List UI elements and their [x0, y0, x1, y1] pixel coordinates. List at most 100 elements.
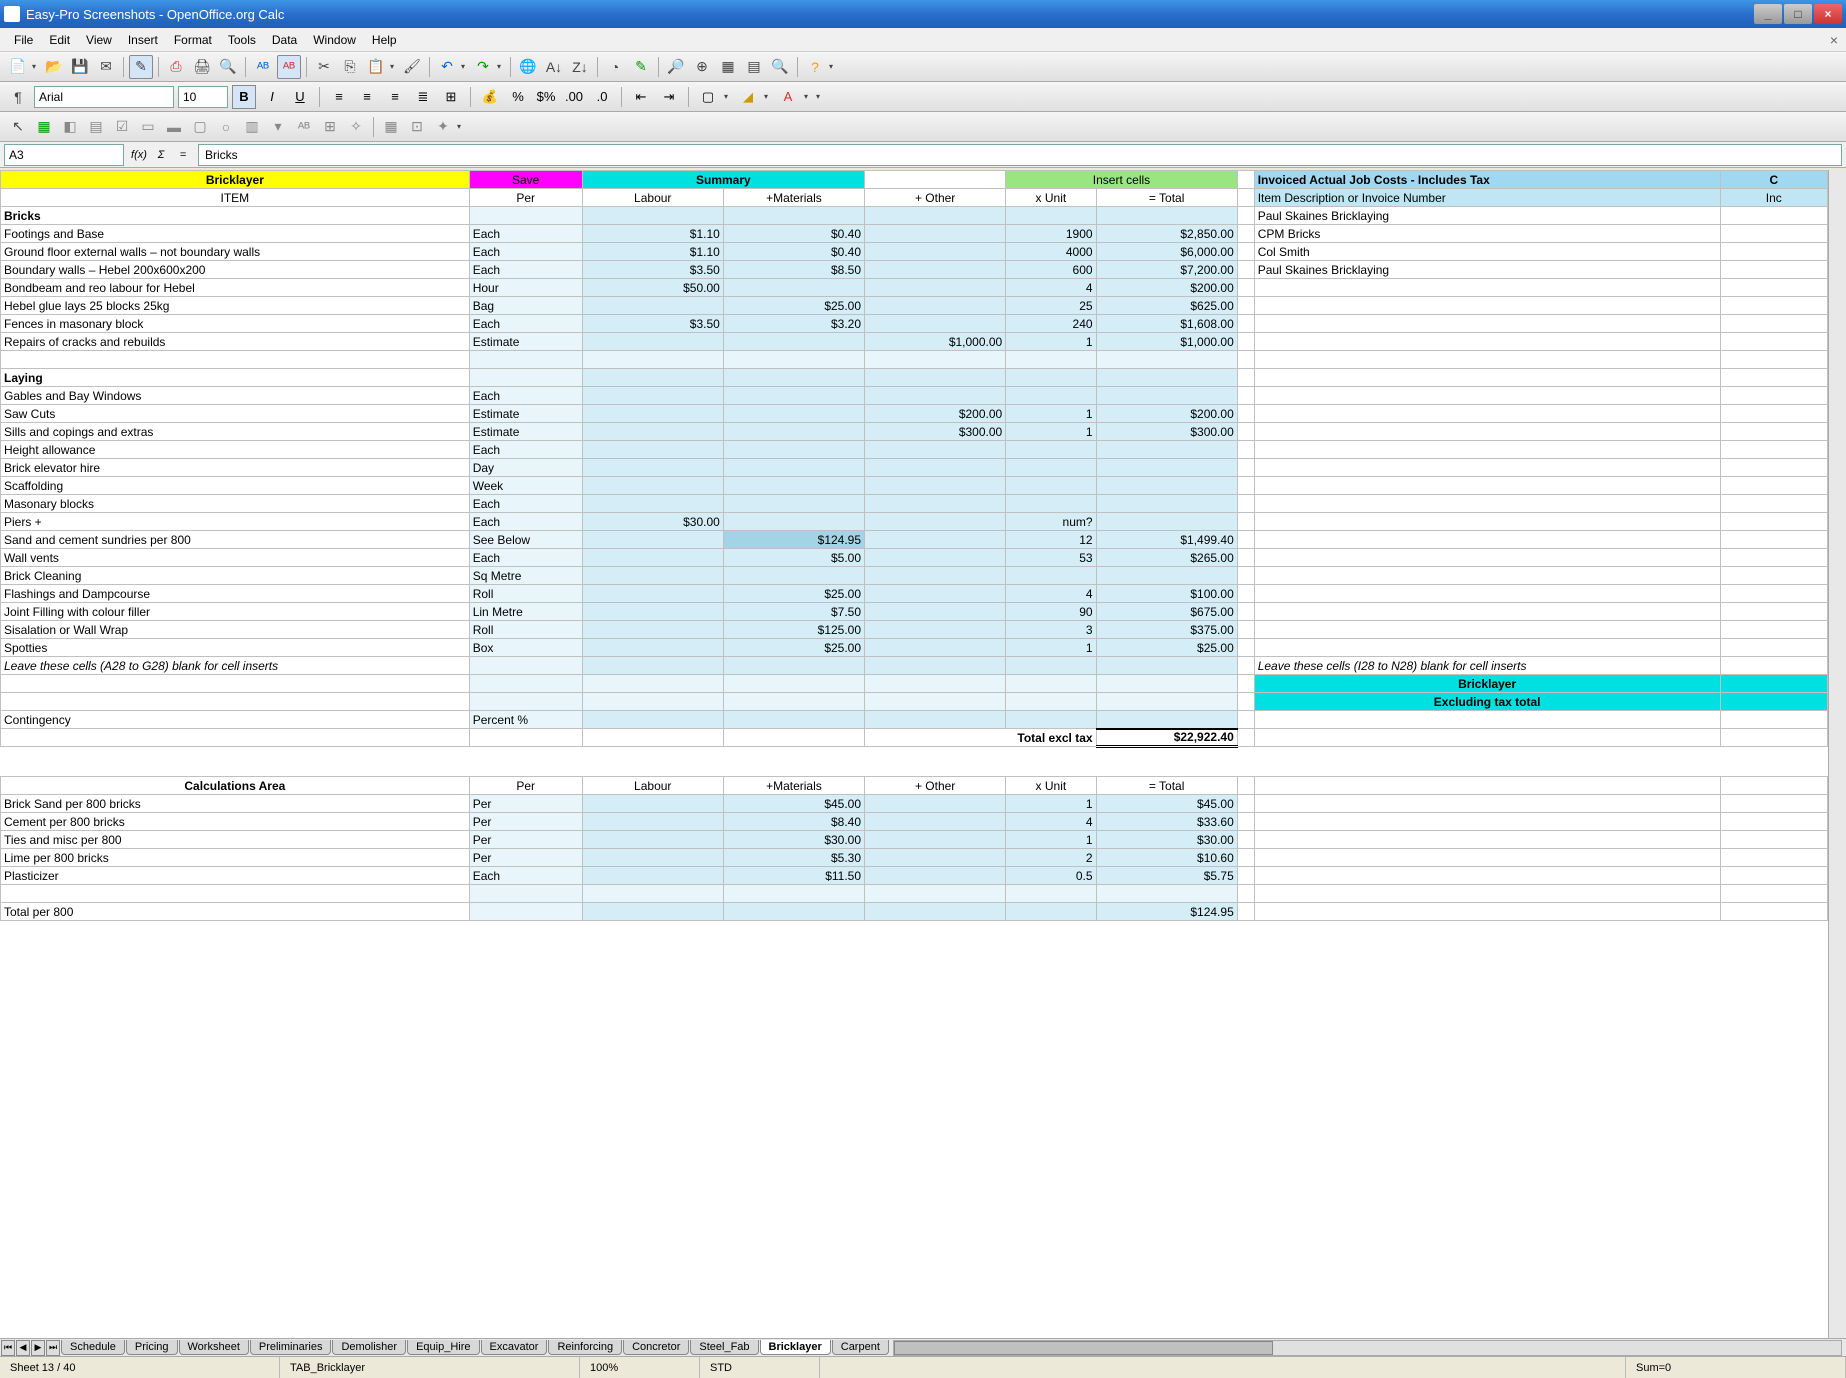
- cell[interactable]: [723, 903, 864, 921]
- function-wizard-icon[interactable]: f(x): [128, 144, 150, 166]
- cell[interactable]: 240: [1006, 315, 1096, 333]
- cell[interactable]: [582, 459, 723, 477]
- cell[interactable]: [865, 297, 1006, 315]
- cell[interactable]: Repairs of cracks and rebuilds: [1, 333, 470, 351]
- align-center-icon[interactable]: ≡: [355, 85, 379, 109]
- new-icon[interactable]: 📄: [6, 55, 30, 79]
- form-design-icon[interactable]: ▦: [379, 115, 403, 139]
- merge-icon[interactable]: ⊞: [439, 85, 463, 109]
- cell[interactable]: [865, 441, 1006, 459]
- cell[interactable]: [723, 711, 864, 729]
- navigator-icon[interactable]: ⊕: [690, 55, 714, 79]
- cell[interactable]: [1096, 441, 1237, 459]
- cell[interactable]: $125.00: [723, 621, 864, 639]
- right-cell[interactable]: CPM Bricks: [1254, 225, 1720, 243]
- cell[interactable]: [865, 867, 1006, 885]
- cell[interactable]: [582, 297, 723, 315]
- cell[interactable]: [1006, 903, 1096, 921]
- cell[interactable]: Leave these cells (A28 to G28) blank for…: [1, 657, 470, 675]
- cell[interactable]: [1006, 351, 1096, 369]
- sheet-tab-excavator[interactable]: Excavator: [481, 1340, 548, 1355]
- cell[interactable]: [865, 693, 1006, 711]
- cell[interactable]: [865, 207, 1006, 225]
- cell[interactable]: [865, 603, 1006, 621]
- cell[interactable]: [723, 693, 864, 711]
- cell[interactable]: [723, 387, 864, 405]
- cell[interactable]: $300.00: [865, 423, 1006, 441]
- cell[interactable]: [865, 657, 1006, 675]
- cell[interactable]: Per: [469, 795, 582, 813]
- menu-file[interactable]: File: [6, 30, 41, 50]
- cell[interactable]: [865, 477, 1006, 495]
- cell[interactable]: Roll: [469, 585, 582, 603]
- cell[interactable]: [582, 867, 723, 885]
- cell[interactable]: Estimate: [469, 405, 582, 423]
- cell[interactable]: $25.00: [723, 585, 864, 603]
- cell[interactable]: [582, 657, 723, 675]
- cell[interactable]: $3.20: [723, 315, 864, 333]
- align-left-icon[interactable]: ≡: [327, 85, 351, 109]
- cell[interactable]: Each: [469, 867, 582, 885]
- cell[interactable]: $25.00: [1096, 639, 1237, 657]
- font-name-input[interactable]: [34, 86, 174, 108]
- cell[interactable]: [1096, 711, 1237, 729]
- cell[interactable]: [582, 567, 723, 585]
- cell[interactable]: [582, 423, 723, 441]
- cell[interactable]: [865, 621, 1006, 639]
- cell[interactable]: [865, 567, 1006, 585]
- cell[interactable]: $7,200.00: [1096, 261, 1237, 279]
- paste-icon[interactable]: 📋: [364, 55, 388, 79]
- cell[interactable]: $25.00: [723, 297, 864, 315]
- cell[interactable]: [723, 405, 864, 423]
- cell[interactable]: 1: [1006, 423, 1096, 441]
- cell[interactable]: $3.50: [582, 315, 723, 333]
- cell[interactable]: [865, 495, 1006, 513]
- cell[interactable]: [865, 795, 1006, 813]
- right-cell[interactable]: Paul Skaines Bricklaying: [1254, 261, 1720, 279]
- cell[interactable]: 4: [1006, 279, 1096, 297]
- cell[interactable]: [469, 351, 582, 369]
- cell[interactable]: Each: [469, 513, 582, 531]
- font-color-icon[interactable]: A: [776, 85, 800, 109]
- cell[interactable]: $30.00: [582, 513, 723, 531]
- cell[interactable]: [723, 441, 864, 459]
- cell[interactable]: [582, 603, 723, 621]
- cell[interactable]: [865, 279, 1006, 297]
- cell[interactable]: [582, 207, 723, 225]
- cell[interactable]: [723, 885, 864, 903]
- menu-window[interactable]: Window: [305, 30, 364, 50]
- cell[interactable]: [1006, 711, 1096, 729]
- cell[interactable]: [582, 849, 723, 867]
- cell[interactable]: [582, 333, 723, 351]
- cell[interactable]: $1,000.00: [865, 333, 1006, 351]
- equals-icon[interactable]: =: [172, 144, 194, 166]
- cell[interactable]: $1.10: [582, 225, 723, 243]
- cell[interactable]: Joint Filling with colour filler: [1, 603, 470, 621]
- cell[interactable]: $11.50: [723, 867, 864, 885]
- menu-insert[interactable]: Insert: [120, 30, 166, 50]
- cell[interactable]: [865, 459, 1006, 477]
- maximize-button[interactable]: □: [1784, 4, 1812, 24]
- control-icon[interactable]: ◧: [58, 115, 82, 139]
- cell[interactable]: [582, 813, 723, 831]
- borders-icon[interactable]: ▢: [696, 85, 720, 109]
- cell[interactable]: [723, 495, 864, 513]
- cell[interactable]: num?: [1006, 513, 1096, 531]
- cell[interactable]: Roll: [469, 621, 582, 639]
- cell[interactable]: [865, 513, 1006, 531]
- header-summary[interactable]: Summary: [582, 171, 864, 189]
- cell[interactable]: [865, 387, 1006, 405]
- cell[interactable]: $33.60: [1096, 813, 1237, 831]
- cell[interactable]: [723, 459, 864, 477]
- autospell-icon[interactable]: ᴬᴮ: [277, 55, 301, 79]
- cell[interactable]: Each: [469, 261, 582, 279]
- cell[interactable]: [865, 243, 1006, 261]
- menu-view[interactable]: View: [78, 30, 120, 50]
- cell[interactable]: [1096, 207, 1237, 225]
- tab-prev-icon[interactable]: ◀: [16, 1340, 30, 1356]
- cell-reference-input[interactable]: [4, 144, 124, 166]
- cell[interactable]: Week: [469, 477, 582, 495]
- chart-icon[interactable]: ◔: [603, 55, 627, 79]
- cell[interactable]: Gables and Bay Windows: [1, 387, 470, 405]
- sort-asc-icon[interactable]: A↓: [542, 55, 566, 79]
